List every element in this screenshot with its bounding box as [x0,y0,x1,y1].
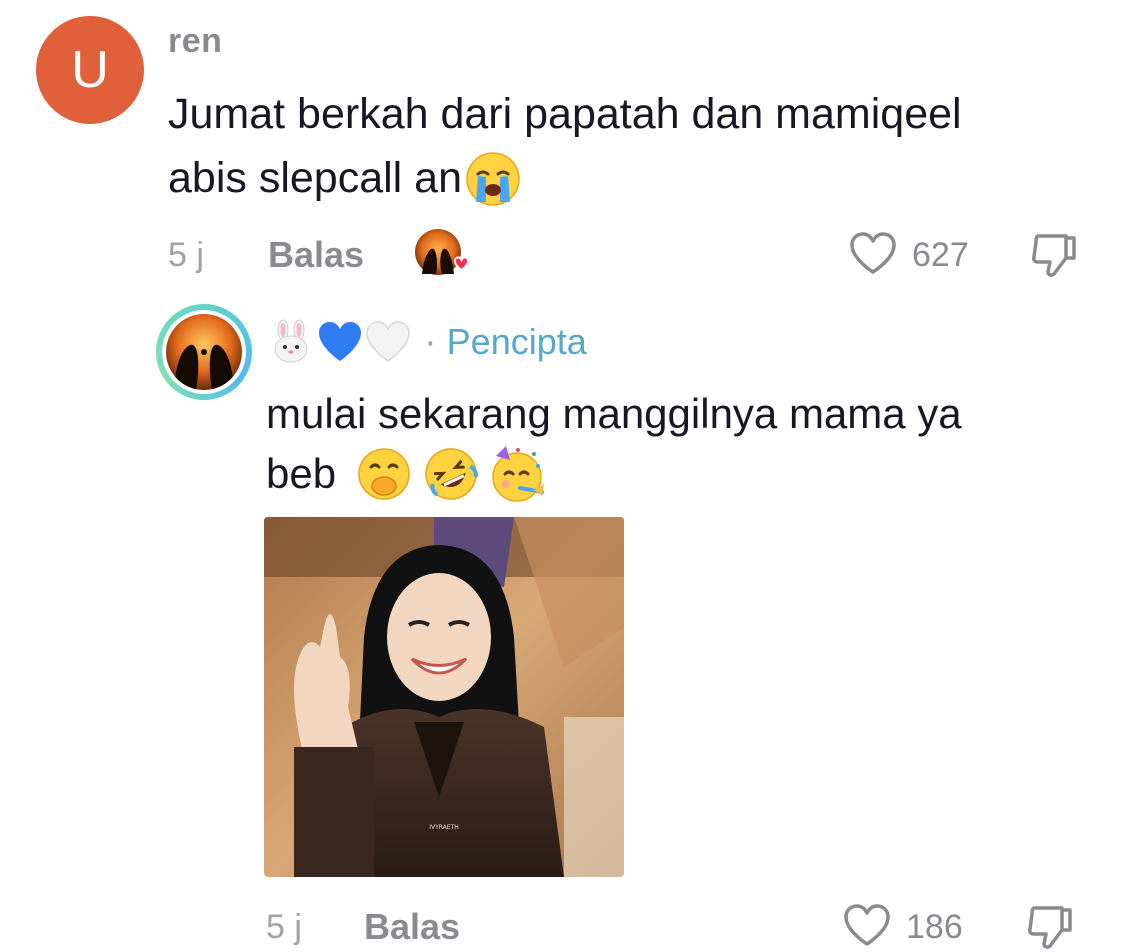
rofl-emoji-icon [425,448,479,500]
reply-reply-button[interactable]: Balas [364,906,460,948]
comment-time: 5 j [168,236,204,274]
reply-like-count: 186 [906,908,963,946]
reply-text: mulai sekarang manggilnya mama ya beb [266,384,1086,504]
reply-gif-picture: IVYRAETH [264,517,624,877]
creator-liked-badge [414,228,470,276]
creator-avatar-inner [162,310,246,394]
like-heart-icon[interactable] [848,230,898,276]
comment-username[interactable]: ren [168,22,222,61]
reply-gif-image[interactable]: IVYRAETH [264,517,624,877]
gif-watermark: IVYRAETH [429,824,459,831]
reply-text-line1: mulai sekarang manggilnya mama ya [266,390,962,437]
white-heart-icon [366,321,410,362]
blue-heart-icon [319,322,361,361]
heart-icon [453,256,470,272]
reply-author[interactable]: · Pencipta [268,318,587,366]
reply-text-line2: beb [266,450,337,497]
dislike-icon[interactable] [1028,230,1080,280]
creator-liked-avatar-icon [415,229,470,275]
comment-text-line1: Jumat berkah dari papatah dan mamiqeel [168,90,962,138]
creator-badge: Pencipta [446,321,587,362]
creator-avatar[interactable] [156,304,252,400]
comment-text: Jumat berkah dari papatah dan mamiqeel a… [168,82,1068,210]
loudly-crying-face-icon [466,152,520,206]
partying-face-emoji-icon [492,446,545,502]
reply-time: 5 j [266,908,302,946]
creator-avatar-photo [166,314,242,390]
comment-reply-button[interactable]: Balas [268,234,364,276]
comment-like-count: 627 [912,236,969,274]
reply-like-heart-icon[interactable] [842,902,892,948]
hand-over-mouth-emoji-icon [358,448,410,500]
reply-dislike-icon[interactable] [1024,902,1076,952]
rabbit-face-icon [274,319,308,363]
name-separator: · [424,321,437,363]
comment-text-line2: abis slepcall an [168,154,463,202]
user-avatar[interactable]: U [36,16,144,124]
avatar-letter: U [71,41,109,99]
